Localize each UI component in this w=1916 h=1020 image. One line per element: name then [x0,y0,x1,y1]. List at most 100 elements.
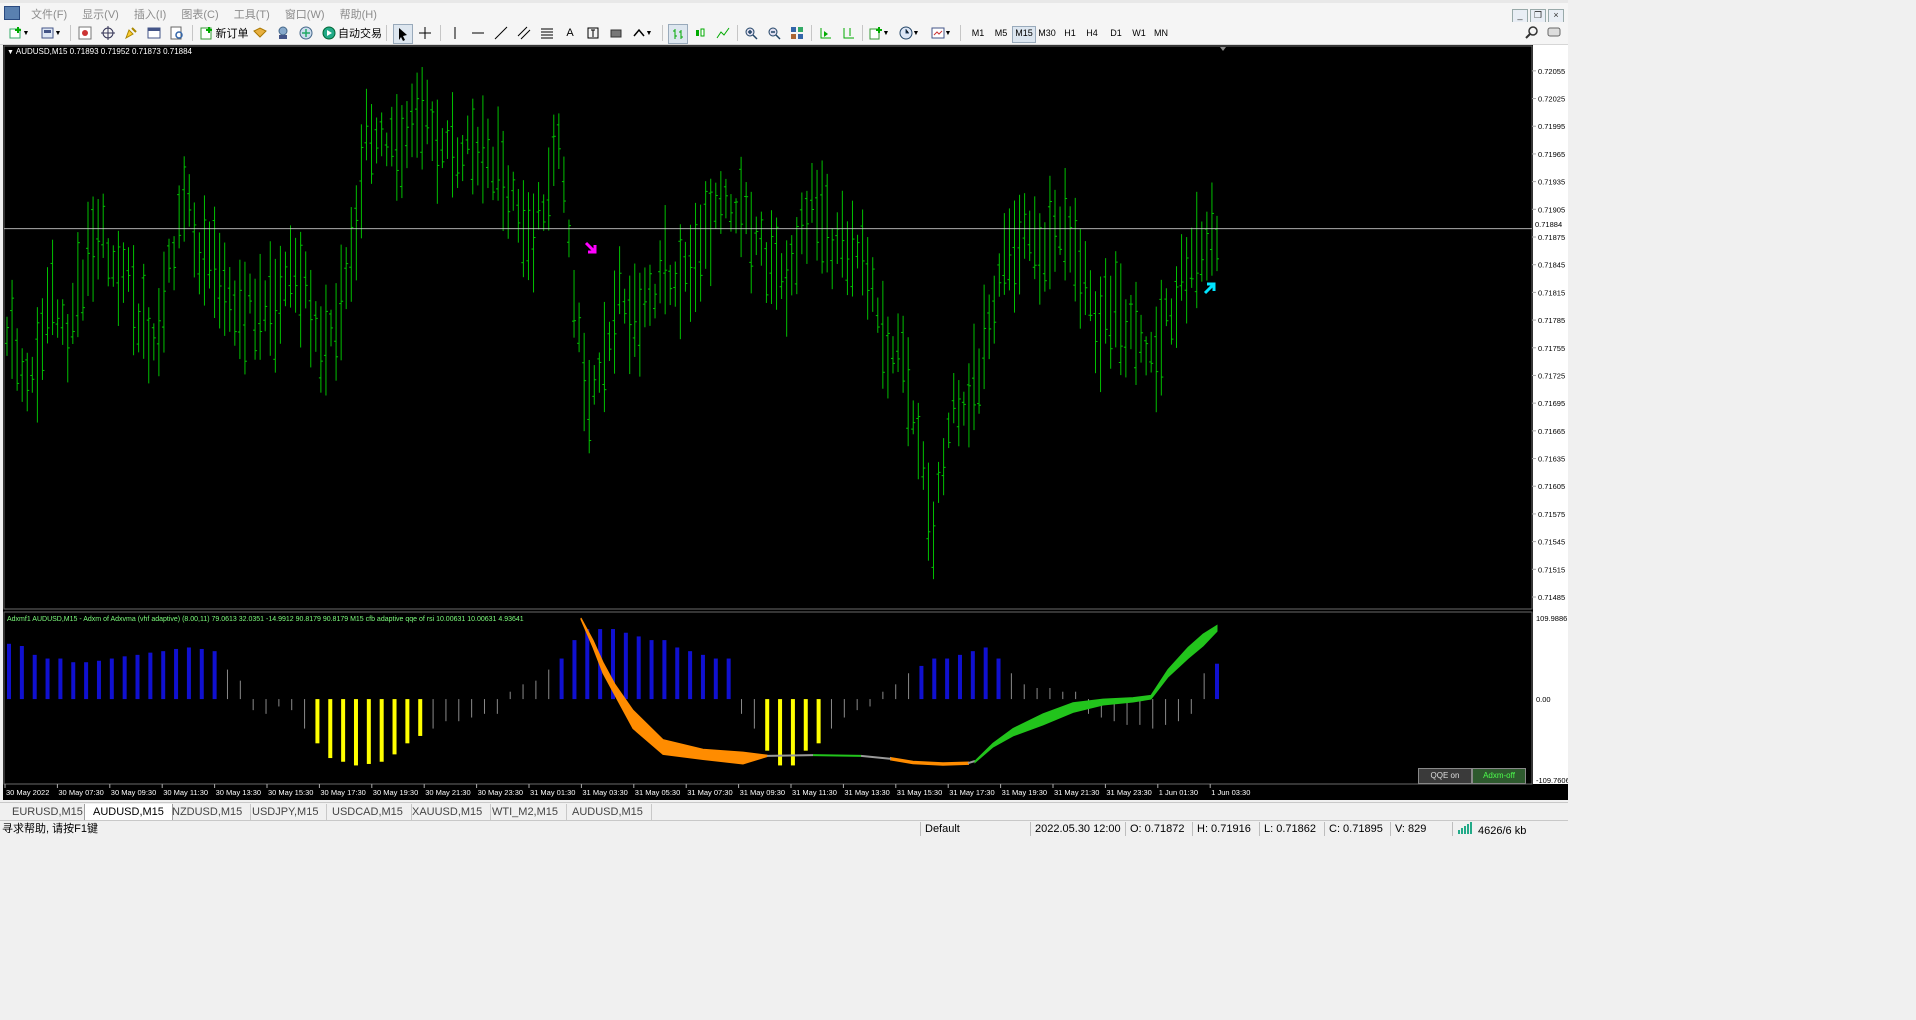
timeframe-m15[interactable]: M15 [1012,26,1036,43]
templates-button[interactable]: ▼ [929,24,953,42]
vertical-line-button[interactable] [446,24,464,42]
crosshair-tool-button[interactable] [416,24,434,42]
time-tick-label: 31 May 11:30 [792,788,837,797]
chart-tab[interactable]: USDJPY,M15 [244,804,328,820]
profiles-button[interactable]: ▼ [38,24,64,42]
timeframe-h1[interactable]: H1 [1059,26,1081,41]
text-tool-label: A [566,27,574,39]
restore-icon[interactable]: ❐ [1530,9,1546,23]
timeframe-w1[interactable]: W1 [1128,26,1150,41]
zoom-in-button[interactable] [742,24,760,42]
arrows-button[interactable]: ▼ [630,24,654,42]
auto-trading-button[interactable]: 自动交易 [320,24,384,42]
histogram-bar [405,699,410,744]
timeframe-h4[interactable]: H4 [1081,26,1103,41]
close-icon[interactable]: × [1548,9,1564,23]
histogram-bar [856,699,858,711]
chart-tab[interactable]: EURUSD,M15 [4,804,92,820]
time-tick-label: 31 May 07:30 [687,788,732,797]
timeframe-m30[interactable]: M30 [1036,26,1058,41]
chart-tab[interactable]: WTI_M2,M15 [484,804,568,820]
text-label-button[interactable] [584,24,602,42]
fibonacci-button[interactable] [538,24,556,42]
signals-button[interactable] [274,24,292,42]
market-watch-button[interactable] [76,24,94,42]
menu-charts[interactable]: 图表(C) [175,3,224,22]
menu-bar: 文件(F) 显示(V) 插入(I) 图表(C) 工具(T) 窗口(W) 帮助(H… [0,3,1568,23]
chart-tab[interactable]: USDCAD,M15 [324,804,412,820]
timeframe-d1[interactable]: D1 [1105,26,1127,41]
qqe-on-button[interactable]: QQE on [1418,768,1472,784]
histogram-bar [649,640,654,700]
menu-file[interactable]: 文件(F) [25,3,73,22]
price-tick-label: 0.72055 [1538,67,1565,76]
data-window-button[interactable] [99,24,117,42]
chart-shift-button[interactable] [839,24,857,42]
histogram-bar [713,658,718,700]
candlestick-button[interactable] [691,24,709,42]
text-tool-button[interactable]: A [561,24,579,42]
chart-collapse-icon[interactable]: ▼ [7,49,16,56]
search-button[interactable] [1524,24,1540,42]
menu-help[interactable]: 帮助(H) [334,3,383,22]
price-tick-label: 0.71965 [1538,150,1565,159]
autoscroll-button[interactable] [816,24,834,42]
adxm-off-button[interactable]: Adxm-off [1472,768,1526,784]
expert-advisors-button[interactable] [251,24,269,42]
indicators-button[interactable]: ▼ [867,24,891,42]
chart-window[interactable]: 0.72055 0.72025 0.71995 0.71965 0.71935 0.719… [3,45,1570,800]
chat-button[interactable] [1546,24,1562,42]
shapes-button[interactable] [607,24,625,42]
cursor-tool-button[interactable] [393,24,413,44]
price-tick-label: 0.71905 [1538,205,1565,214]
chart-canvas[interactable]: 0.72055 0.72025 0.71995 0.71965 0.71935 0.719… [3,45,1570,800]
indicator-header: Adxmf1 AUDUSD,M15 - Adxm of Adxvma (vhf … [7,616,524,623]
menu-window[interactable]: 窗口(W) [279,3,331,22]
connection-status[interactable]: 4626/6 kb [1457,822,1526,837]
histogram-bar [1062,691,1064,700]
timeframe-m5[interactable]: M5 [990,26,1012,41]
status-volume: V: 829 [1395,823,1427,835]
periods-button[interactable]: ▼ [897,24,921,42]
histogram-bar [843,699,845,718]
chart-tab[interactable]: XAUUSD,M15 [404,804,492,820]
horizontal-line-button[interactable] [469,24,487,42]
zoom-out-button[interactable] [765,24,783,42]
chart-tab[interactable]: NZDUSD,M15 [164,804,252,820]
price-tick-label: 0.71695 [1538,399,1565,408]
menu-tools[interactable]: 工具(T) [228,3,276,22]
new-order-button[interactable]: 新订单 [197,24,251,42]
chart-tab[interactable]: AUDUSD,M15 [564,804,652,820]
text-label-icon [587,27,599,39]
tile-windows-icon [791,27,803,39]
menu-view[interactable]: 显示(V) [76,3,125,22]
horizontal-line-icon [472,32,484,34]
price-tick-label: 0.71725 [1538,371,1565,380]
channel-button[interactable] [515,24,533,42]
menu-insert[interactable]: 插入(I) [128,3,172,22]
terminal-button[interactable] [145,24,163,42]
toolbar: ▼ ▼ 新订单 自动交易 A ▼ ▼ ▼ ▼ M1 M5 M15 M30 H1 … [0,22,1568,45]
trendline-button[interactable] [492,24,510,42]
fibonacci-icon [541,28,553,39]
signals-icon [278,26,288,39]
histogram-bar [1165,699,1167,725]
market-button[interactable] [297,24,315,42]
market-icon [299,26,313,40]
minimize-icon[interactable]: _ [1512,9,1528,23]
market-watch-icon [78,26,92,40]
new-chart-button[interactable]: ▼ [6,24,32,42]
tester-button[interactable] [168,24,186,42]
status-help: 寻求帮助, 请按F1键 [2,823,98,835]
chart-tab[interactable]: AUDUSD,M15 [84,804,173,821]
timeframe-mn[interactable]: MN [1150,26,1172,41]
navigator-icon [125,27,137,40]
line-chart-button[interactable] [714,24,732,42]
timeframe-m1[interactable]: M1 [967,26,989,41]
navigator-button[interactable] [122,24,140,42]
chart-tabs: EURUSD,M15 AUDUSD,M15 NZDUSD,M15 USDJPY,M15… [0,802,1568,821]
histogram-bar [572,640,577,700]
histogram-bar [7,643,11,700]
bar-chart-button[interactable] [668,24,688,44]
tile-windows-button[interactable] [788,24,806,42]
